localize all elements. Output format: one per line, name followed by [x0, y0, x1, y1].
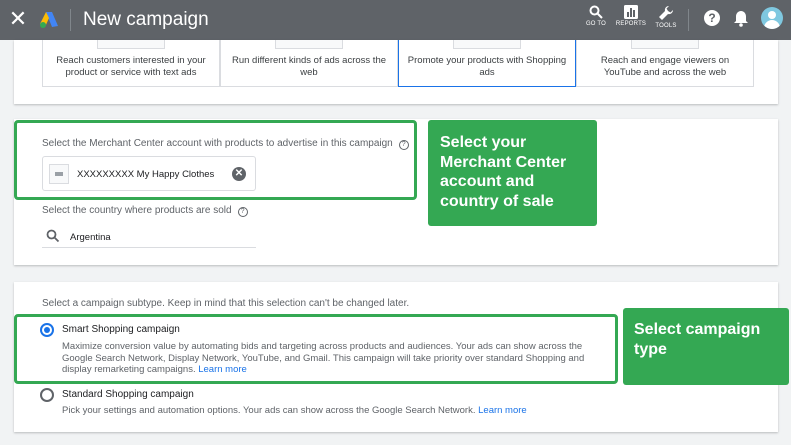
goal-description: Reach and engage viewers on YouTube and … [600, 55, 730, 78]
search-icon [589, 5, 603, 19]
campaign-type-callout: Select campaign type [623, 308, 789, 385]
subtype-highlight [14, 314, 618, 384]
google-ads-logo [40, 12, 58, 28]
tools-button[interactable]: TOOLS [649, 5, 683, 30]
avatar-head [768, 11, 776, 19]
goal-option-search[interactable]: Reach customers interested in your produ… [42, 40, 220, 87]
wrench-icon [659, 5, 674, 20]
account-avatar[interactable] [761, 7, 783, 29]
goal-thumbnail [97, 40, 165, 49]
standard-shopping-title: Standard Shopping campaign [62, 389, 194, 400]
merchant-callout: Select your Merchant Center account and … [428, 120, 597, 226]
goal-option-display[interactable]: Run different kinds of ads across the we… [220, 40, 398, 87]
reports-button[interactable]: REPORTS [614, 5, 648, 28]
top-app-bar: ✕ New campaign GO TO REPORTS TOOLS ? [0, 0, 791, 40]
goal-thumbnail [453, 40, 521, 49]
avatar-body [764, 20, 780, 29]
reports-icon [624, 5, 638, 19]
standard-shopping-description-text: Pick your settings and automation option… [62, 405, 476, 416]
go-to-label: GO TO [585, 21, 607, 27]
page-title: New campaign [83, 9, 209, 30]
close-icon[interactable]: ✕ [8, 7, 28, 31]
goal-thumbnail [631, 40, 699, 49]
goal-description: Reach customers interested in your produ… [56, 55, 206, 78]
goal-description: Run different kinds of ads across the we… [231, 55, 387, 78]
standard-shopping-description: Pick your settings and automation option… [62, 405, 622, 417]
reports-label: REPORTS [615, 21, 647, 27]
goal-option-video[interactable]: Reach and engage viewers on YouTube and … [576, 40, 754, 87]
help-icon[interactable]: ? [704, 10, 720, 26]
goal-thumbnail [275, 40, 343, 49]
country-label: Select the country where products are so… [42, 205, 248, 217]
goal-option-shopping[interactable]: Promote your products with Shopping ads [398, 40, 576, 87]
bell-icon[interactable] [733, 10, 749, 27]
help-icon[interactable]: ? [237, 207, 248, 217]
divider [70, 9, 71, 31]
go-to-button[interactable]: GO TO [579, 5, 613, 28]
learn-more-link[interactable]: Learn more [478, 405, 527, 416]
country-value: Argentina [70, 232, 111, 243]
goal-description: Promote your products with Shopping ads [407, 55, 567, 78]
standard-shopping-radio[interactable] [40, 388, 54, 402]
merchant-highlight [14, 120, 417, 200]
divider [688, 9, 689, 31]
country-input[interactable]: Argentina [42, 227, 256, 248]
country-label-text: Select the country where products are so… [42, 205, 232, 216]
tools-label: TOOLS [655, 23, 677, 29]
search-icon [46, 229, 60, 243]
subtype-label: Select a campaign subtype. Keep in mind … [42, 298, 410, 309]
